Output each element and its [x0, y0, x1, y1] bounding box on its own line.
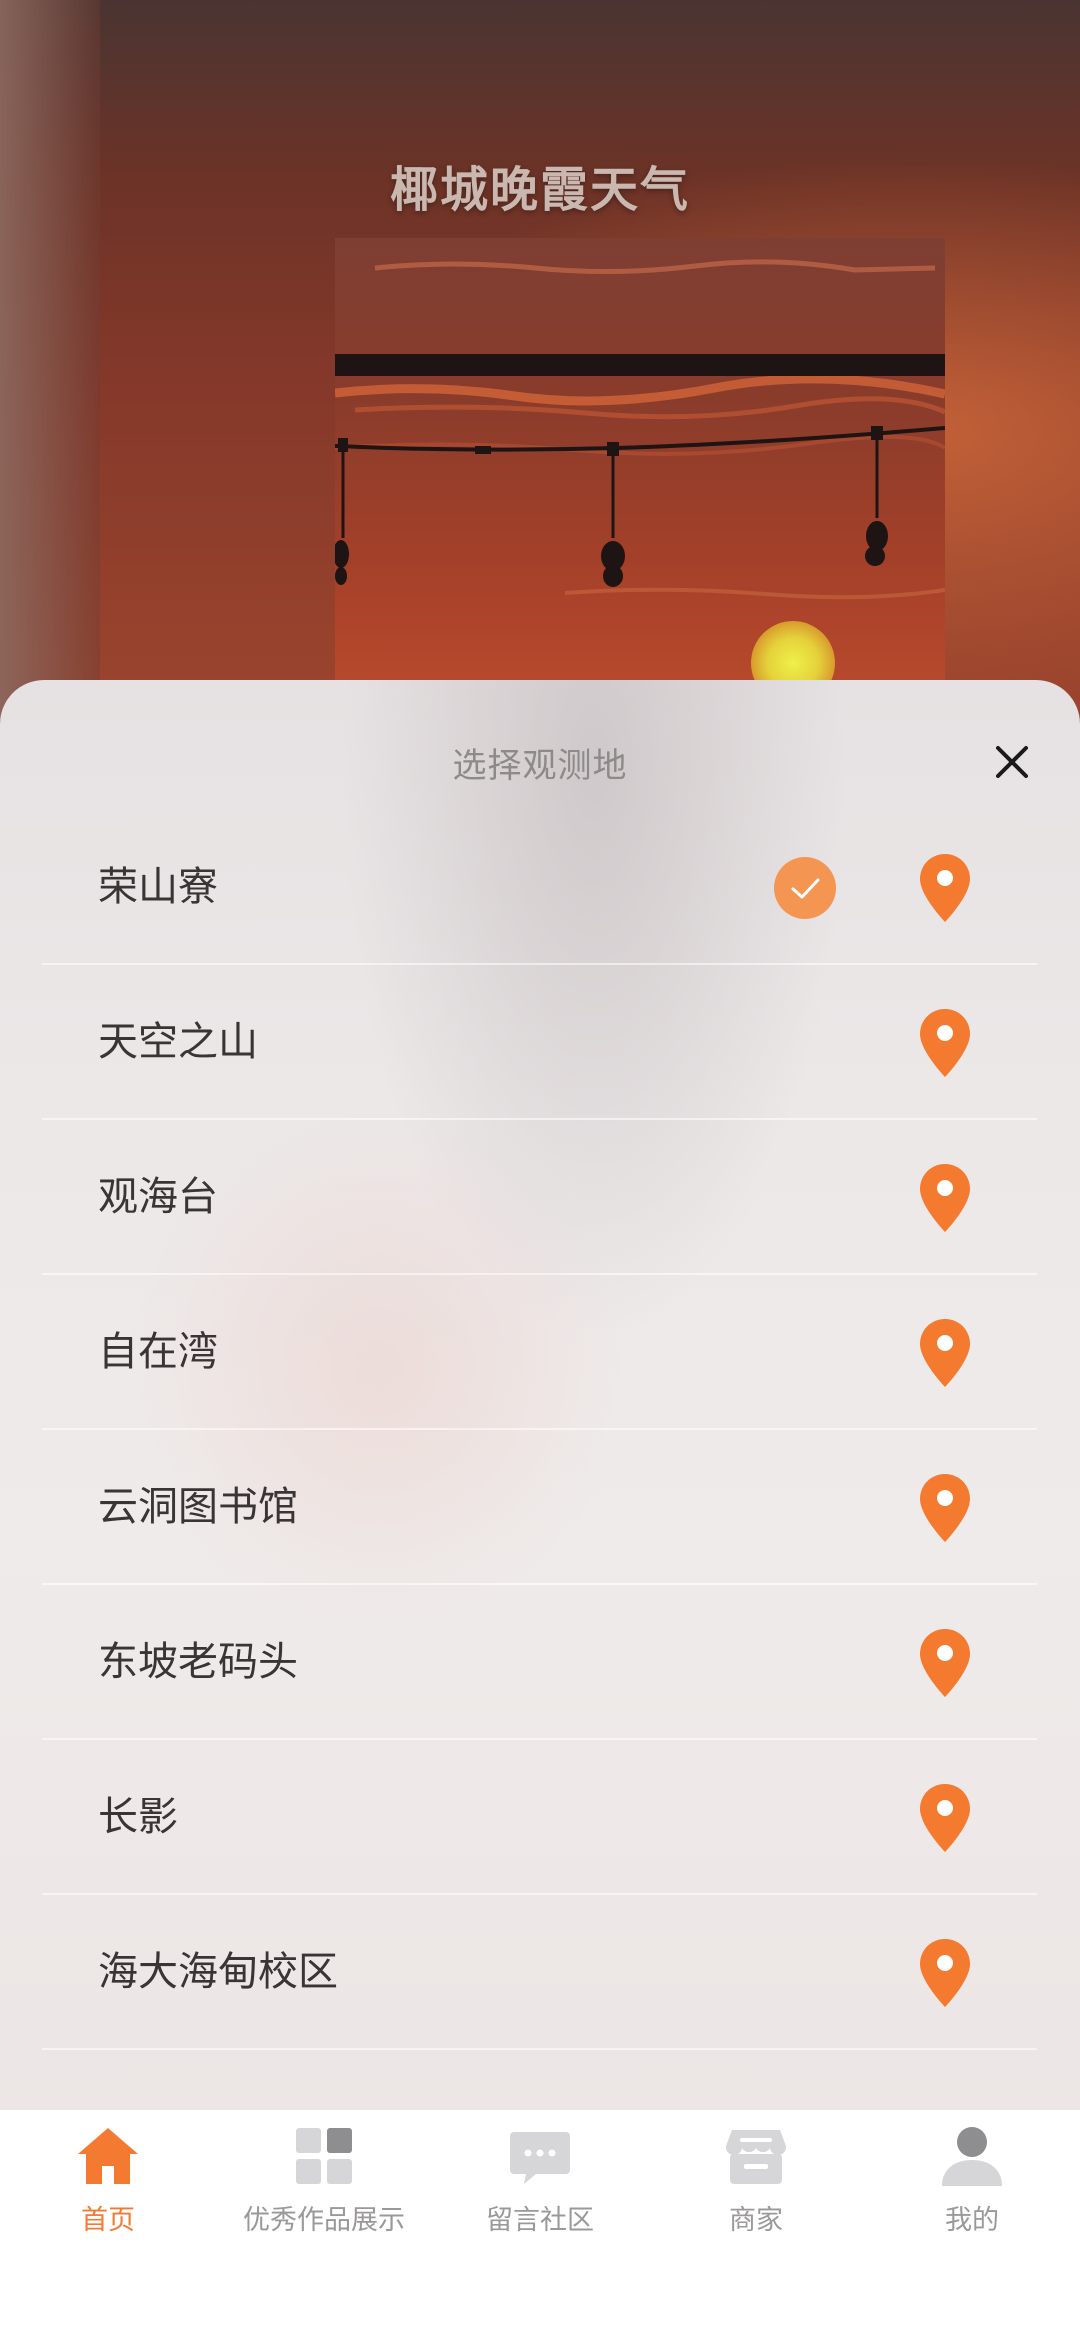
location-pin-icon[interactable] [918, 1317, 972, 1389]
location-name: 东坡老码头 [98, 1639, 298, 1685]
location-item-tiankongzhishan[interactable]: 天空之山 [42, 965, 1037, 1120]
location-name: 海大海甸校区 [98, 1949, 338, 1995]
home-icon [78, 2128, 138, 2184]
grid-icon [296, 2128, 352, 2184]
location-pin-icon[interactable] [918, 1782, 972, 1854]
background-photo: 椰城晚霞天气 [0, 0, 1080, 720]
check-icon [791, 878, 820, 899]
tab-home[interactable]: 首页 [0, 2110, 216, 2260]
location-name: 观海台 [98, 1174, 218, 1220]
location-pin-icon[interactable] [918, 1627, 972, 1699]
location-name: 天空之山 [98, 1019, 258, 1065]
selected-check-badge [774, 857, 836, 919]
close-button[interactable] [986, 736, 1038, 788]
tab-profile[interactable]: 我的 [864, 2110, 1080, 2260]
location-list: 荣山寮 天空之山 观海台 自在湾 云洞图书馆 东坡老码头 长影 海大海甸校区 [42, 810, 1037, 2050]
user-icon [942, 2127, 1002, 2186]
location-pin-icon[interactable] [918, 1472, 972, 1544]
tab-community[interactable]: 留言社区 [432, 2110, 648, 2260]
location-pin-icon[interactable] [918, 852, 972, 924]
location-pin-icon[interactable] [918, 1937, 972, 2009]
background-blur-strip [0, 0, 100, 720]
location-name: 自在湾 [98, 1329, 218, 1375]
location-item-changying[interactable]: 长影 [42, 1740, 1037, 1895]
tab-label: 商家 [729, 2205, 783, 2236]
sheet-title: 选择观测地 [452, 746, 628, 786]
sunset-illustration [335, 238, 945, 698]
tab-label: 优秀作品展示 [243, 2205, 405, 2236]
location-item-dongpo-wharf[interactable]: 东坡老码头 [42, 1585, 1037, 1740]
location-name: 云洞图书馆 [98, 1484, 298, 1530]
bottom-tab-bar: 首页 优秀作品展示 留言社区 商家 我的 [0, 2110, 1080, 2337]
tab-label: 首页 [81, 2205, 135, 2236]
location-name: 长影 [98, 1794, 178, 1840]
location-item-guanhaitai[interactable]: 观海台 [42, 1120, 1037, 1275]
location-item-zizaiwan[interactable]: 自在湾 [42, 1275, 1037, 1430]
close-icon [996, 746, 1028, 778]
tab-merchants[interactable]: 商家 [648, 2110, 864, 2260]
page-title: 椰城晚霞天气 [389, 162, 690, 218]
tab-showcase[interactable]: 优秀作品展示 [216, 2110, 432, 2260]
location-item-rongshanliao[interactable]: 荣山寮 [42, 810, 1037, 965]
location-pin-icon[interactable] [918, 1007, 972, 1079]
location-picker-sheet: 选择观测地 荣山寮 天空之山 观海台 自在湾 云洞图书馆 东坡老码头 长影 海大… [0, 680, 1080, 2110]
location-item-haida-campus[interactable]: 海大海甸校区 [42, 1895, 1037, 2050]
chat-icon [510, 2132, 570, 2184]
location-pin-icon[interactable] [918, 1162, 972, 1234]
location-item-yundong-library[interactable]: 云洞图书馆 [42, 1430, 1037, 1585]
tab-label: 留言社区 [486, 2205, 594, 2236]
tab-label: 我的 [945, 2205, 999, 2236]
location-name: 荣山寮 [98, 864, 218, 910]
sunset-photo [335, 238, 945, 698]
store-icon [725, 2130, 787, 2184]
